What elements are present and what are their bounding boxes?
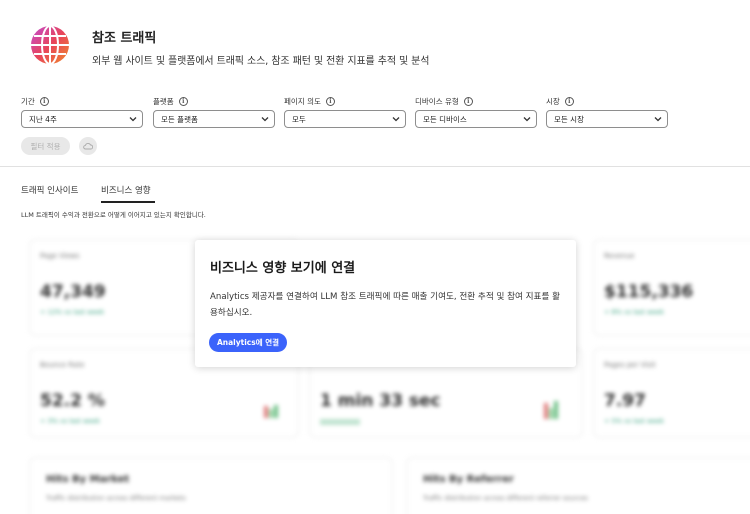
dialog-title: 비즈니스 영향 보기에 연결 xyxy=(210,261,356,276)
card-change: + 12% vs last week xyxy=(40,308,105,316)
page-title: 참조 트래픽 xyxy=(92,31,157,46)
info-icon[interactable]: i xyxy=(178,96,188,106)
select-value: 모두 xyxy=(292,114,306,124)
market-select[interactable]: 모든 시장 xyxy=(546,110,668,128)
hits-by-market-card: Hits By Market Traffic distribution acro… xyxy=(30,458,392,514)
chevron-down-icon xyxy=(523,117,531,122)
filter-period: 기간 i 지난 4주 xyxy=(21,96,143,128)
info-icon[interactable]: i xyxy=(463,96,473,106)
card-change: + 5% vs last week xyxy=(604,417,665,425)
mini-bar-chart xyxy=(544,401,558,419)
section-subtitle: Traffic distribution across different re… xyxy=(423,494,588,502)
save-cloud-button[interactable] xyxy=(79,137,97,155)
filter-label: 디바이스 유형 xyxy=(415,96,459,106)
page-subtitle: 외부 웹 사이트 및 플랫폼에서 트래픽 소스, 참조 패턴 및 전환 지표를 … xyxy=(92,56,430,67)
chevron-down-icon xyxy=(261,117,269,122)
card-value: 52.2 % xyxy=(40,391,105,411)
period-select[interactable]: 지난 4주 xyxy=(21,110,143,128)
hits-by-referrer-card: Hits By Referrer Traffic distribution ac… xyxy=(407,458,750,514)
tab-business-impact[interactable]: 비즈니스 영향 xyxy=(101,184,151,196)
filter-label: 기간 xyxy=(21,96,35,106)
cloud-icon xyxy=(83,143,93,150)
dialog-body: Analytics 제공자를 연결하여 LLM 참조 트래픽에 따른 매출 기여… xyxy=(210,292,560,318)
tab-traffic-insights[interactable]: 트래픽 인사이트 xyxy=(21,184,78,196)
pages-per-visit-card: Pages per Visit 7.97 + 5% vs last week xyxy=(594,349,750,437)
filter-device-type: 디바이스 유형 i 모든 디바이스 xyxy=(415,96,537,128)
card-value: 1 min 33 sec xyxy=(320,391,441,411)
info-icon[interactable]: i xyxy=(39,96,49,106)
filter-label: 플랫폼 xyxy=(153,96,174,106)
apply-filters-button[interactable]: 필터 적용 xyxy=(21,137,70,155)
chevron-down-icon xyxy=(392,117,400,122)
referral-traffic-panel: 참조 트래픽 외부 웹 사이트 및 플랫폼에서 트래픽 소스, 참조 패턴 및 … xyxy=(0,0,750,514)
platform-select[interactable]: 모든 플랫폼 xyxy=(153,110,275,128)
chevron-down-icon xyxy=(654,117,662,122)
card-change xyxy=(320,419,360,425)
chevron-down-icon xyxy=(129,117,137,122)
filter-market: 시장 i 모든 시장 xyxy=(546,96,668,128)
revenue-card: Revenue $115,336 + 8% vs last week xyxy=(594,240,750,335)
filter-platform: 플랫폼 i 모든 플랫폼 xyxy=(153,96,275,128)
active-tab-indicator xyxy=(101,201,155,203)
filter-page-intent: 페이지 의도 i 모두 xyxy=(284,96,406,128)
card-label: Bounce Rate xyxy=(40,361,85,369)
filter-label: 시장 xyxy=(546,96,560,106)
card-change: + 8% vs last week xyxy=(604,308,665,316)
section-subtitle: Traffic distribution across different ma… xyxy=(46,494,186,502)
card-value: $115,336 xyxy=(604,282,694,302)
select-value: 모든 디바이스 xyxy=(423,114,467,124)
select-value: 모든 시장 xyxy=(554,114,584,124)
card-label: Revenue xyxy=(604,252,635,260)
card-value: 7.97 xyxy=(604,391,646,411)
section-title: Hits By Referrer xyxy=(423,474,514,485)
card-label: Pages per Visit xyxy=(604,361,656,369)
mini-bar-chart xyxy=(264,405,278,418)
tab-description: LLM 트래픽이 수익과 전환으로 어떻게 이어지고 있는지 확인합니다. xyxy=(21,211,206,219)
device-type-select[interactable]: 모든 디바이스 xyxy=(415,110,537,128)
page-intent-select[interactable]: 모두 xyxy=(284,110,406,128)
divider xyxy=(0,166,750,167)
filter-label: 페이지 의도 xyxy=(284,96,321,106)
connect-analytics-dialog: 비즈니스 영향 보기에 연결 Analytics 제공자를 연결하여 LLM 참… xyxy=(195,240,576,367)
globe-icon xyxy=(31,25,69,65)
connect-analytics-button[interactable]: Analytics에 연결 xyxy=(209,333,287,352)
info-icon[interactable]: i xyxy=(325,96,335,106)
card-change: + 3% vs last week xyxy=(40,417,101,425)
info-icon[interactable]: i xyxy=(564,96,574,106)
card-label: Page Views xyxy=(40,252,80,260)
card-value: 47,349 xyxy=(40,282,106,302)
select-value: 모든 플랫폼 xyxy=(161,114,198,124)
select-value: 지난 4주 xyxy=(29,114,57,124)
section-title: Hits By Market xyxy=(46,474,130,485)
